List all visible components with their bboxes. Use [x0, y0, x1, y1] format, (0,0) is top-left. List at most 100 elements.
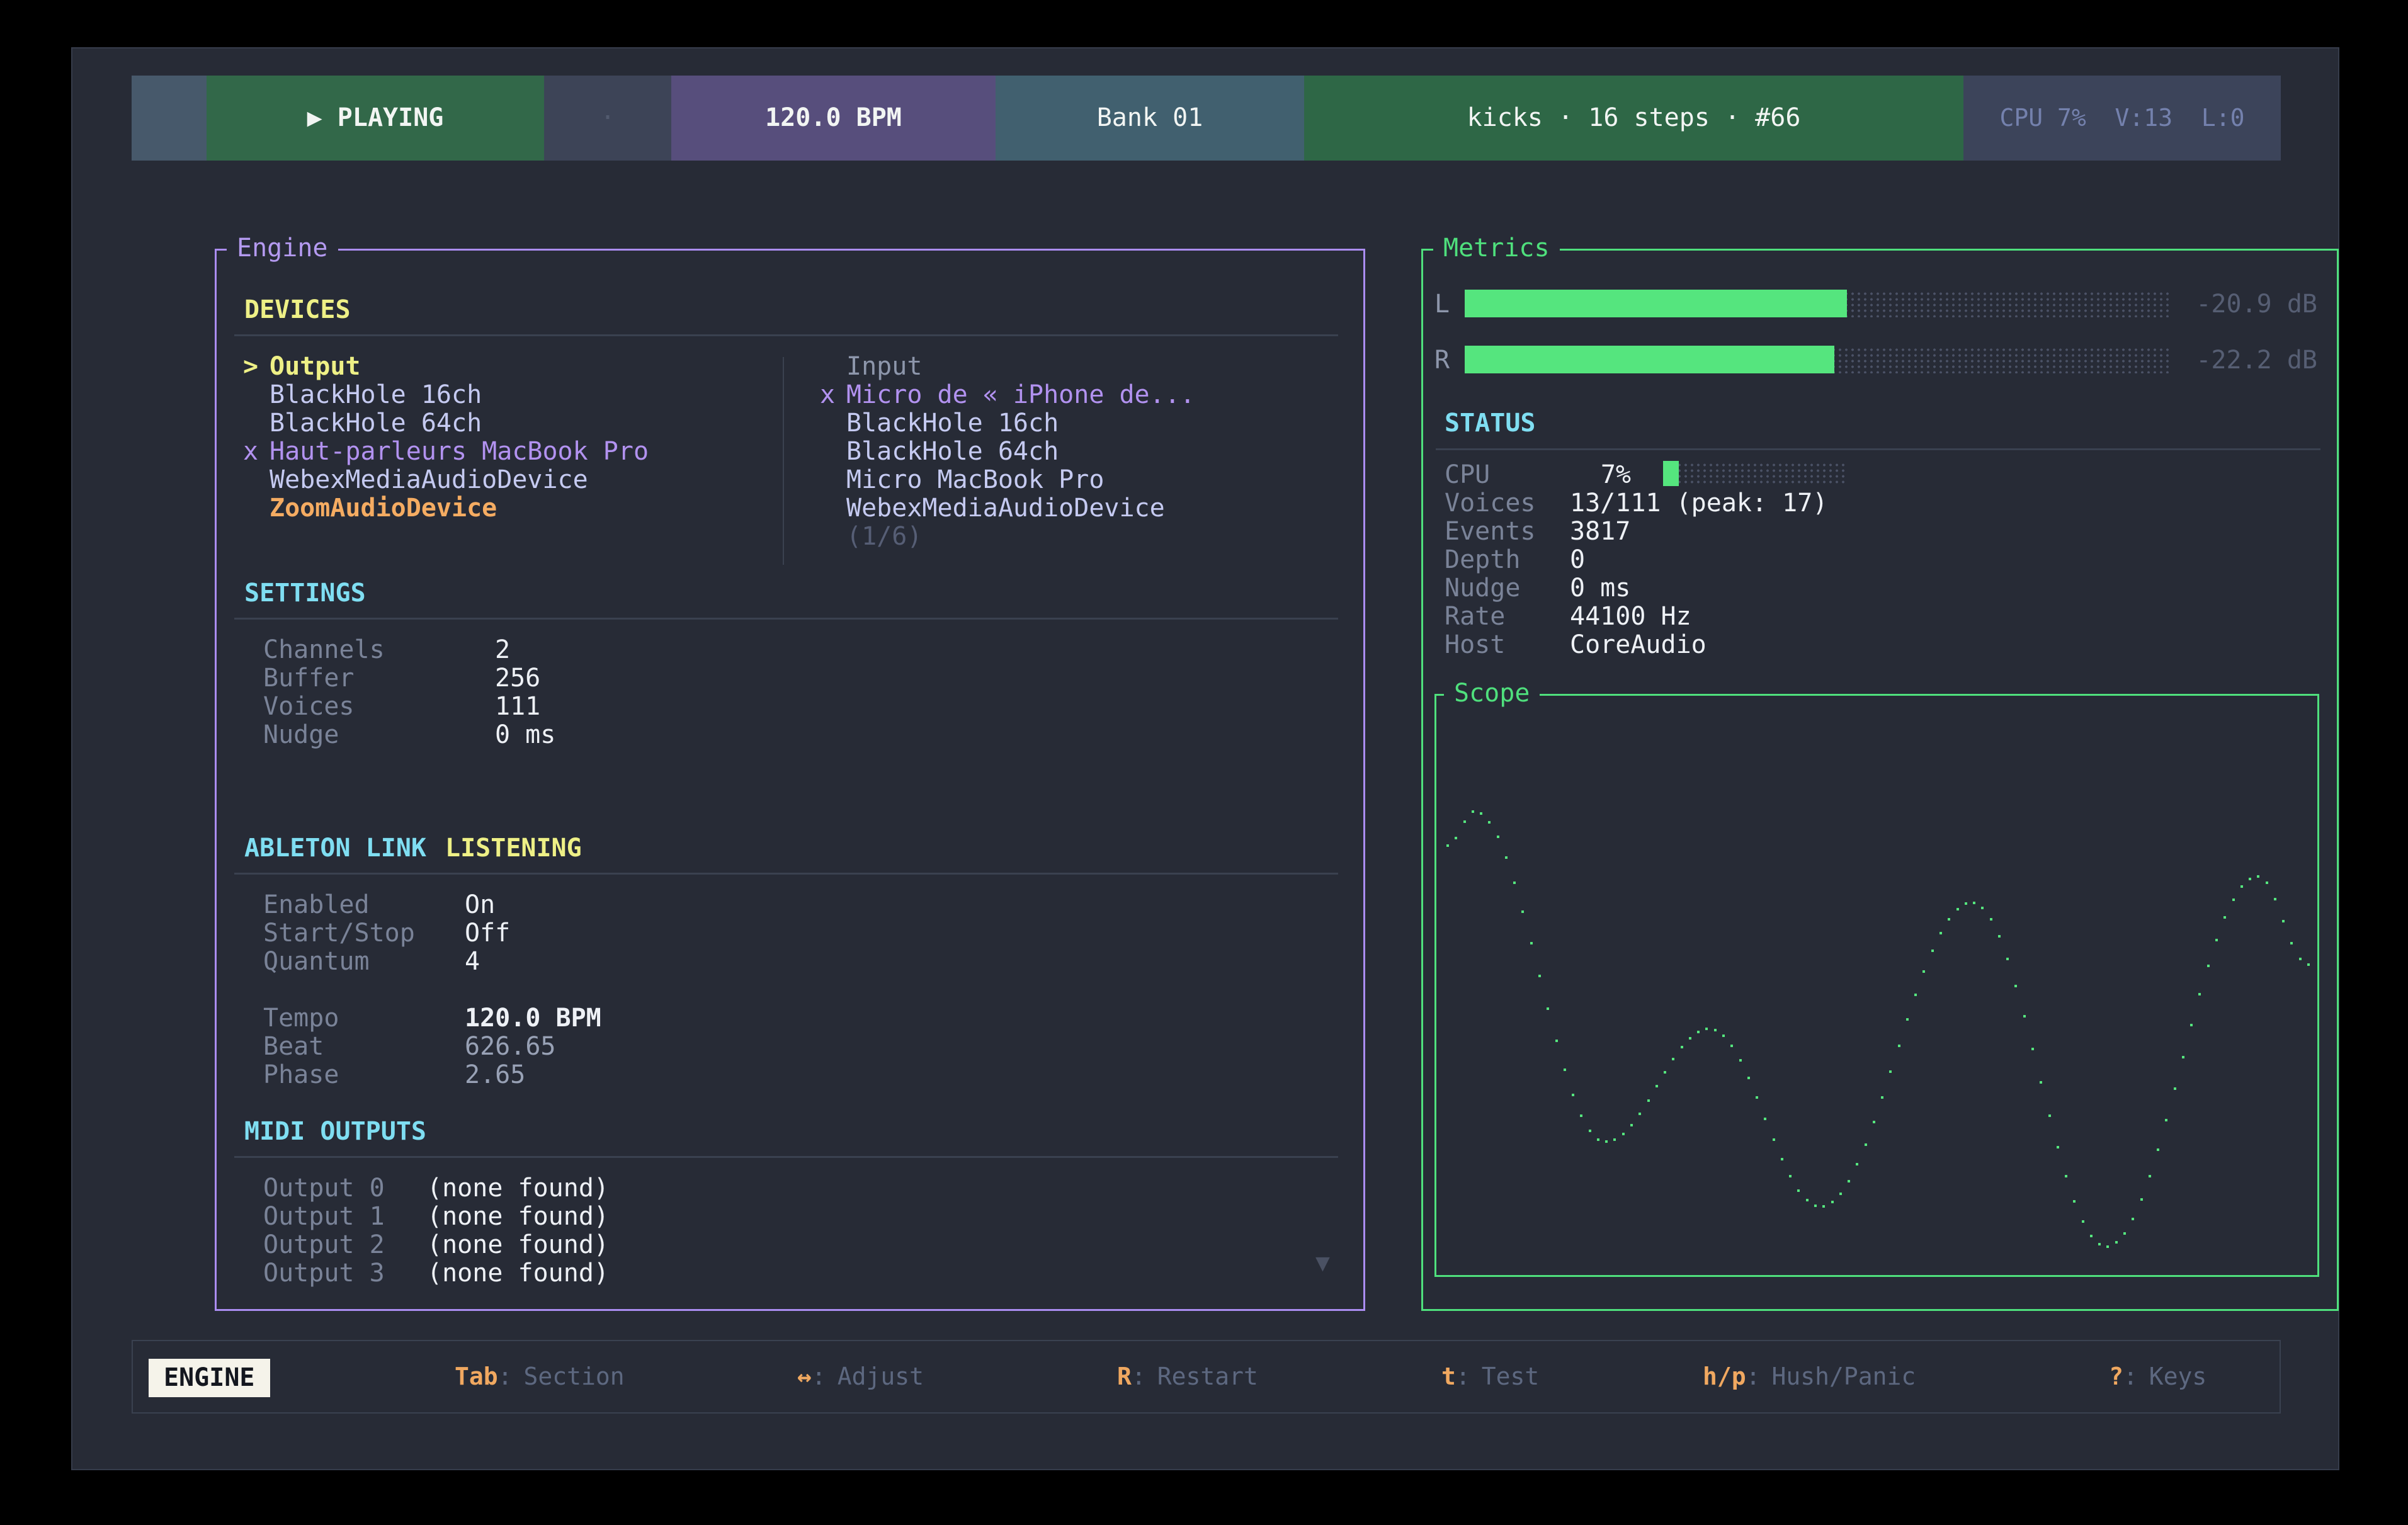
meter-left-label: L	[1434, 290, 1450, 319]
shortcut-test: t:Test	[1441, 1341, 1539, 1412]
meter-right-track	[1465, 346, 2171, 373]
scope-panel: Scope	[1434, 694, 2319, 1277]
status-cpu-value: 7%	[1570, 461, 1631, 489]
scope-waveform-dot	[1856, 1163, 1858, 1165]
setting-row: Channels2	[263, 636, 555, 664]
transport-segment	[132, 76, 207, 161]
scope-waveform-dot	[1865, 1143, 1867, 1146]
device-option[interactable]: BlackHole 64ch	[820, 438, 1195, 466]
midi-outputs-header: MIDI OUTPUTS	[244, 1118, 426, 1146]
scope-waveform-dot	[1714, 1029, 1717, 1031]
device-option[interactable]: WebexMediaAudioDevice	[243, 466, 649, 494]
scope-waveform-dot	[2207, 965, 2210, 967]
active-x-marker: x	[820, 381, 846, 409]
scroll-down-indicator-icon[interactable]: ▼	[1315, 1249, 1330, 1277]
scope-waveform-dot	[1881, 1096, 1883, 1099]
scope-waveform-dot	[1789, 1175, 1792, 1177]
midi-output-row: Output 1(none found)	[263, 1203, 609, 1231]
scope-waveform-dot	[1589, 1130, 1591, 1132]
scope-waveform-dot	[1873, 1121, 1875, 1123]
scope-waveform-dot	[1705, 1028, 1708, 1030]
status-list: Voices13/111 (peak: 17) Events3817 Depth…	[1445, 489, 1827, 659]
device-option[interactable]: BlackHole 16ch	[820, 409, 1195, 438]
scope-waveform-dot	[2290, 942, 2293, 944]
midi-output-row: Output 3(none found)	[263, 1259, 609, 1288]
scope-waveform-dot	[2215, 939, 2218, 941]
shortcut-restart: R:Restart	[1117, 1341, 1258, 1412]
scope-waveform-dot	[1605, 1140, 1608, 1143]
link-tempo-list: Tempo120.0 BPM Beat626.65 Phase2.65	[263, 1004, 601, 1089]
scope-waveform-dot	[1948, 918, 1950, 921]
settings-header: SETTINGS	[244, 579, 366, 608]
scope-waveform-dot	[1931, 950, 1934, 952]
device-option-highlight[interactable]: ZoomAudioDevice	[243, 494, 649, 523]
device-option[interactable]: BlackHole 64ch	[243, 409, 649, 438]
scope-waveform-dot	[1655, 1085, 1658, 1087]
scope-waveform-dot	[1505, 856, 1508, 859]
device-option[interactable]: Micro MacBook Pro	[820, 466, 1195, 494]
scope-waveform-dot	[1898, 1045, 1900, 1047]
app-window: ▶ PLAYING · 120.0 BPM Bank 01 kicks · 16…	[71, 47, 2339, 1470]
scope-waveform-dot	[1472, 810, 1474, 813]
status-row: HostCoreAudio	[1445, 631, 1827, 659]
meter-left-track	[1465, 290, 2171, 317]
scope-waveform-dot	[1814, 1205, 1817, 1207]
scope-waveform-dot	[1990, 918, 1992, 921]
scope-waveform-dot	[1613, 1138, 1616, 1141]
scope-waveform-dot	[1672, 1058, 1674, 1060]
device-option-output[interactable]: >Output	[243, 353, 649, 381]
setting-row: Voices111	[263, 693, 555, 721]
engine-panel: Engine DEVICES >Output BlackHole 16ch Bl…	[215, 249, 1365, 1311]
scope-waveform-dot	[2123, 1232, 2126, 1235]
scope-waveform-dot	[1622, 1133, 1625, 1135]
scope-waveform-dot	[1939, 932, 1942, 934]
scope-waveform-dot	[1998, 935, 2001, 938]
shortcut-adjust: ↔:Adjust	[797, 1341, 924, 1412]
scope-waveform-dot	[2057, 1146, 2059, 1148]
scope-waveform-dot	[1513, 882, 1516, 884]
scope-waveform-dot	[1446, 844, 1449, 847]
device-option-active[interactable]: xMicro de « iPhone de...	[820, 381, 1195, 409]
active-x-marker: x	[243, 438, 270, 466]
scope-waveform-dot	[2157, 1148, 2159, 1151]
scope-waveform-dot	[2132, 1218, 2134, 1220]
left-right-arrows-icon: ↔	[797, 1363, 812, 1391]
screen: ▶ PLAYING · 120.0 BPM Bank 01 kicks · 16…	[0, 0, 2408, 1525]
engine-panel-title: Engine	[227, 234, 338, 263]
device-option[interactable]: BlackHole 16ch	[243, 381, 649, 409]
ableton-link-divider	[234, 873, 1338, 875]
scope-waveform-dot	[1839, 1193, 1842, 1195]
metrics-panel-title: Metrics	[1433, 234, 1560, 263]
device-columns-divider	[783, 357, 784, 565]
scope-waveform-dot	[1922, 970, 1925, 973]
scope-waveform-dot	[1747, 1077, 1750, 1079]
device-option[interactable]: WebexMediaAudioDevice	[820, 494, 1195, 523]
scope-waveform-dot	[1497, 836, 1499, 838]
status-cpu-label: CPU	[1445, 461, 1490, 489]
link-listening-badge: LISTENING	[445, 834, 582, 863]
scope-waveform-dot	[2115, 1241, 2118, 1244]
devices-divider	[234, 334, 1338, 336]
status-header: STATUS	[1445, 409, 1536, 438]
scope-waveform-dot	[1555, 1040, 1558, 1042]
scope-waveform-dot	[1739, 1059, 1742, 1062]
settings-list: Channels2 Buffer256 Voices111 Nudge0 ms	[263, 636, 555, 749]
input-list-header: Input	[820, 353, 1195, 381]
scope-waveform-dot	[2266, 882, 2268, 884]
scope-waveform-dot	[1822, 1205, 1825, 1208]
input-list-pager: (1/6)	[820, 523, 1195, 551]
status-row: Depth0	[1445, 546, 1827, 574]
scope-waveform-dot	[2165, 1119, 2167, 1121]
pattern-display: kicks · 16 steps · #66	[1304, 76, 1963, 161]
scope-waveform-dot	[2240, 885, 2243, 888]
ableton-link-header: ABLETON LINKLISTENING	[244, 834, 582, 863]
metrics-panel: Metrics L -20.9 dB R -22.2 dB STATUS CPU…	[1421, 249, 2339, 1311]
scope-waveform-dot	[2198, 993, 2201, 995]
device-option-active[interactable]: xHaut-parleurs MacBook Pro	[243, 438, 649, 466]
play-icon: ▶	[307, 104, 322, 132]
status-row: Voices13/111 (peak: 17)	[1445, 489, 1827, 518]
meter-left-fill	[1465, 290, 1847, 317]
scope-waveform-dot	[1756, 1096, 1758, 1099]
scope-waveform-dot	[1647, 1099, 1650, 1102]
scope-waveform-dot	[1572, 1094, 1574, 1096]
